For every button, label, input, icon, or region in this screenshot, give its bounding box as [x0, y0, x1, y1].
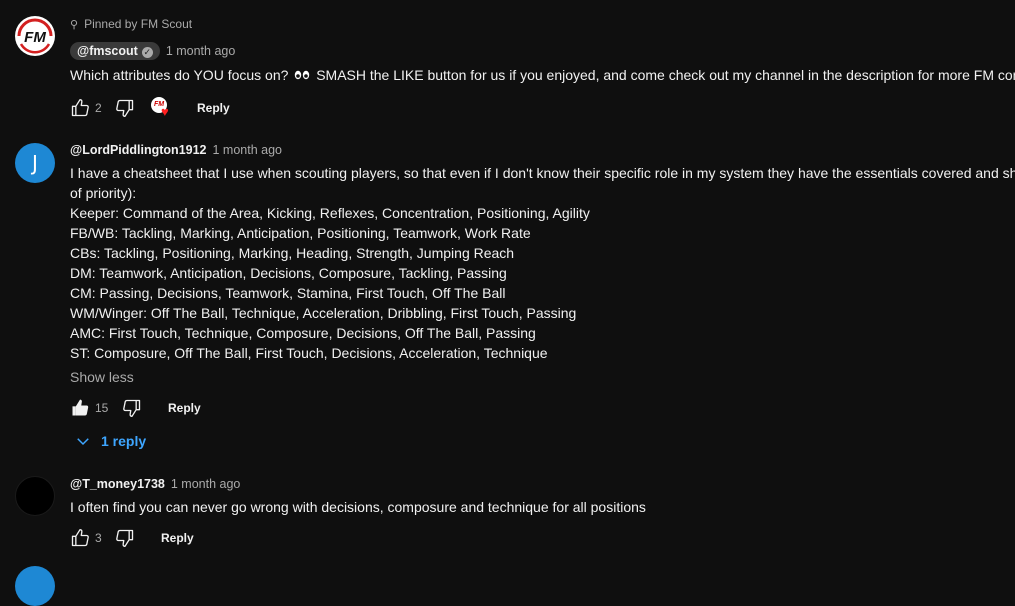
like-button[interactable] [70, 396, 90, 420]
like-icon [71, 529, 89, 547]
avatar-fmscout[interactable]: FM [15, 16, 55, 56]
dislike-button[interactable] [115, 526, 135, 550]
replies-label[interactable]: 1 reply [101, 433, 146, 449]
comment-line: of priority): [70, 185, 137, 201]
comment-text: I have a cheatsheet that I use when scou… [70, 163, 1015, 363]
comment-header: @fmscout ✓ 1 month ago [70, 42, 235, 60]
avatar-next-comment[interactable] [15, 566, 55, 606]
show-less-button[interactable]: Show less [70, 369, 134, 385]
comment-line: DM: Teamwork, Anticipation, Decisions, C… [70, 265, 507, 281]
reply-label[interactable]: Reply [197, 101, 230, 115]
comment-line: Keeper: Command of the Area, Kicking, Re… [70, 205, 590, 221]
creator-heart-icon: FM ♥ [151, 97, 175, 119]
reply-button[interactable]: Reply [168, 396, 201, 420]
dislike-button[interactable] [122, 396, 142, 420]
comment-actions: 3 Reply [70, 526, 370, 550]
dislike-button[interactable] [115, 96, 135, 120]
comment-time[interactable]: 1 month ago [171, 477, 241, 491]
view-replies-button[interactable]: 1 reply [74, 432, 146, 450]
dislike-icon [116, 529, 134, 547]
reply-button[interactable]: Reply [197, 96, 230, 120]
pin-icon: ⚲ [70, 19, 79, 31]
comment-line: AMC: First Touch, Technique, Composure, … [70, 325, 536, 341]
comment-line: I have a cheatsheet that I use when scou… [70, 165, 1015, 181]
verified-icon: ✓ [141, 47, 153, 58]
comment-actions: 15 Reply [70, 396, 370, 420]
comment-text-part: SMASH the LIKE button for us if you enjo… [316, 67, 1015, 83]
comment-line: CM: Passing, Decisions, Teamwork, Stamin… [70, 285, 506, 301]
reply-label[interactable]: Reply [168, 401, 201, 415]
comment-header: @T_money1738 1 month ago [70, 477, 240, 491]
chevron-down-icon [77, 438, 89, 446]
dislike-icon [116, 99, 134, 118]
eyes-emoji-icon [294, 66, 310, 86]
like-button[interactable] [70, 526, 90, 550]
like-button[interactable] [70, 96, 90, 120]
avatar-lordpiddlington[interactable]: J [15, 143, 55, 183]
comment-text: I often find you can never go wrong with… [70, 499, 646, 515]
comment-line: ST: Composure, Off The Ball, First Touch… [70, 345, 548, 361]
comment-line: CBs: Tackling, Positioning, Marking, Hea… [70, 245, 515, 261]
like-count: 3 [95, 531, 102, 545]
dislike-icon [123, 399, 141, 417]
fm-logo-icon: FM [16, 17, 54, 55]
creator-heart: FM ♥ [151, 96, 175, 120]
comment-line: FB/WB: Tackling, Marking, Anticipation, … [70, 225, 531, 241]
like-count: 15 [95, 401, 109, 415]
comment-time[interactable]: 1 month ago [166, 44, 236, 58]
author-handle[interactable]: @fmscout [77, 44, 138, 58]
comment-text-part: Which attributes do YOU focus on? [70, 67, 289, 83]
heart-icon: ♥ [161, 104, 169, 119]
comment-time[interactable]: 1 month ago [213, 143, 283, 157]
like-icon [71, 99, 89, 117]
comment-header: @LordPiddlington1912 1 month ago [70, 143, 282, 157]
pinned-text: Pinned by FM Scout [84, 17, 193, 31]
author-handle[interactable]: @LordPiddlington1912 [70, 143, 207, 157]
reply-label[interactable]: Reply [161, 531, 194, 545]
reply-button[interactable]: Reply [161, 526, 194, 550]
author-chip[interactable]: @fmscout ✓ [70, 42, 160, 60]
comment-text: Which attributes do YOU focus on? SMASH … [70, 65, 1015, 86]
comment-actions: 2 FM ♥ Reply [70, 96, 370, 120]
pinned-label: ⚲ Pinned by FM Scout [70, 17, 192, 31]
avatar-letter: J [32, 151, 38, 175]
like-count: 2 [95, 101, 102, 115]
comment-line: WM/Winger: Off The Ball, Technique, Acce… [70, 305, 577, 321]
avatar-t-money[interactable] [15, 476, 55, 516]
svg-text:FM: FM [24, 29, 46, 46]
like-icon [72, 399, 89, 416]
author-handle[interactable]: @T_money1738 [70, 477, 165, 491]
